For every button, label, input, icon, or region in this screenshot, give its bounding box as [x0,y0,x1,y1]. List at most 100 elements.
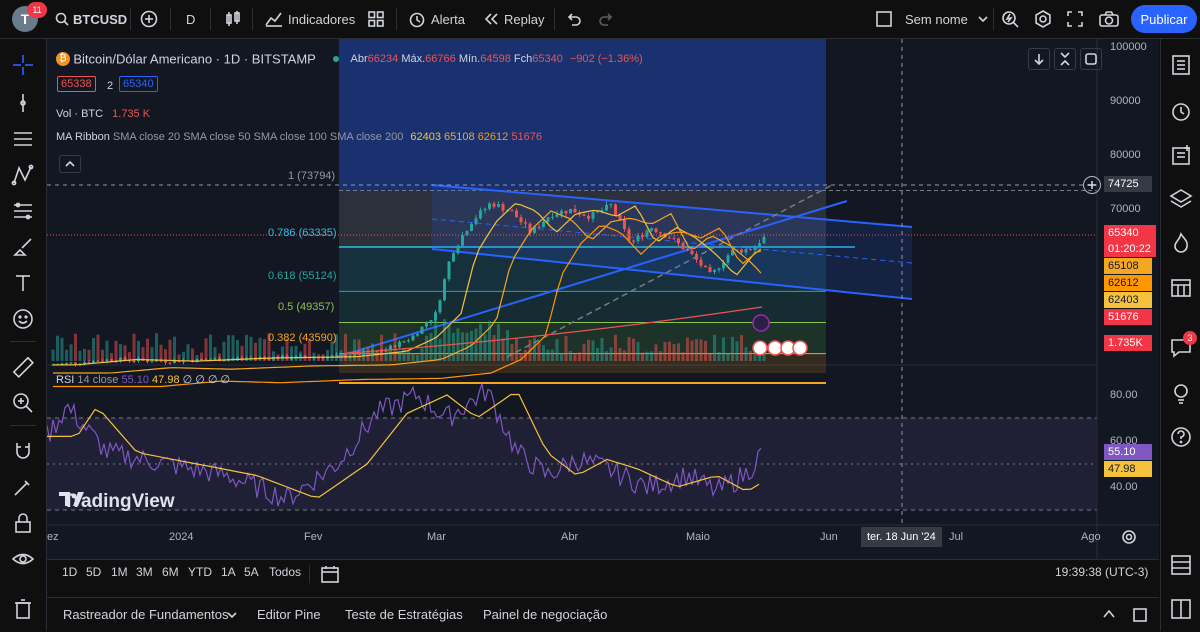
period-1m[interactable]: 1M [111,565,128,579]
sell-price-box[interactable]: 65338 [57,76,96,92]
layout-name-button[interactable]: Sem nome [876,0,988,38]
rsi-params: 14 close [77,374,119,386]
fullscreen-icon [1067,11,1083,27]
collapse-legend-button[interactable] [59,155,81,173]
candle-body [497,204,500,207]
fib-level-0786-label: 0.786 (63335) [268,227,337,239]
fib-tools-icon[interactable] [11,199,35,223]
pattern-icon[interactable] [11,163,35,187]
chart-type-button[interactable] [225,0,241,38]
eye-icon[interactable] [11,547,35,571]
indicators-button[interactable]: Indicadores [265,0,355,38]
volume-bar [609,347,613,361]
rsi-axis-label: 80.00 [1110,389,1138,401]
volume-bar [258,337,262,361]
horizontal-lines-icon[interactable] [11,127,35,151]
settings-button[interactable] [1034,0,1052,38]
calendar-icon[interactable] [320,564,340,584]
tab-strategy-tester[interactable]: Teste de Estratégias [345,607,463,622]
snapshot-button[interactable] [1099,0,1119,38]
volume-bar [362,347,365,361]
volume-bar [60,337,64,361]
chevron-up-icon[interactable] [1102,608,1116,620]
chart-settings-button[interactable] [1121,529,1137,545]
candle-body [389,345,392,350]
collapse-pane-button[interactable] [1054,48,1076,70]
chart-canvas[interactable] [47,39,1159,559]
templates-button[interactable] [368,0,384,38]
calendar-grid-icon[interactable] [1169,275,1193,299]
candle-body [677,238,680,244]
trend-line-icon[interactable] [11,91,35,115]
volume-bar [506,330,509,361]
move-down-button[interactable] [1028,48,1050,70]
zoom-in-icon[interactable] [11,391,35,415]
period-1d[interactable]: 1D [62,565,77,579]
fullscreen-button[interactable] [1067,0,1083,38]
pencil-lock-icon[interactable] [11,475,35,499]
chart-pane[interactable]: ₿ Bitcoin/Dólar Americano · 1D · BITSTAM… [47,39,1159,559]
undo-button[interactable] [566,0,582,38]
layers-icon[interactable] [1169,187,1193,211]
separator [130,8,131,30]
candle-body [699,259,703,266]
separator [170,8,171,30]
candle-body [402,341,406,343]
chevron-down-icon[interactable] [227,611,237,619]
period-5a[interactable]: 5A [244,565,259,579]
clock[interactable]: 19:39:38 (UTC-3) [1055,565,1148,579]
redo-button[interactable] [598,0,614,38]
last-price-tag: 65340 [1104,225,1156,241]
candle-body [501,204,505,211]
period-6m[interactable]: 6M [162,565,179,579]
text-icon[interactable] [11,271,35,295]
lock-icon[interactable] [11,511,35,535]
tab-pine-editor[interactable]: Editor Pine [257,607,321,622]
compare-button[interactable] [140,0,158,38]
data-window-icon[interactable] [1169,553,1193,577]
emoji-icon[interactable] [11,307,35,331]
flame-icon[interactable] [1169,231,1193,255]
ideas-bulb-icon[interactable] [1169,381,1193,405]
volume-bar [393,333,397,361]
candle-body [618,214,622,220]
tab-trading-panel[interactable]: Painel de negociação [483,607,607,622]
publish-button[interactable]: Publicar [1131,5,1197,33]
help-icon[interactable] [1169,425,1193,449]
trash-icon[interactable] [11,597,35,621]
ma-20-price-tag: 62403 [1104,292,1152,308]
alert-button[interactable]: Alerta [408,0,465,38]
watchlist-icon[interactable] [1169,53,1193,77]
period-3m[interactable]: 3M [136,565,153,579]
brush-icon[interactable] [11,235,35,259]
period-5d[interactable]: 5D [86,565,101,579]
magnet-icon[interactable] [11,439,35,463]
volume-bar [330,341,334,361]
maximize-icon [1085,53,1097,65]
volume-bar [546,349,550,361]
volume-bar [78,350,82,361]
candle-body [483,208,487,211]
ruler-icon[interactable] [11,355,35,379]
period-ytd[interactable]: YTD [188,565,212,579]
symbol-search-button[interactable]: BTCUSD [55,0,127,38]
period-all[interactable]: Todos [269,565,301,579]
maximize-pane-button[interactable] [1080,48,1102,70]
layout-icon[interactable] [1169,597,1193,621]
volume-bar [380,334,383,361]
tab-fundamentals-screener[interactable]: Rastreador de Fundamentos [63,607,228,622]
maximize-icon[interactable] [1132,607,1148,623]
period-1a[interactable]: 1A [221,565,236,579]
interval-button[interactable]: D [186,0,195,38]
buy-price-box[interactable]: 65340 [119,76,158,92]
volume-bar [110,353,113,361]
add-alert-button[interactable] [1083,176,1101,194]
symbol-title[interactable]: Bitcoin/Dólar Americano · 1D · BITSTAMP [73,51,316,66]
alerts-clock-icon[interactable] [1169,99,1193,123]
replay-button[interactable]: Replay [483,0,544,38]
object-tree-icon[interactable] [1169,143,1193,167]
time-crosshair-tag: ter. 18 Jun '24 [861,527,942,547]
crosshair-icon[interactable] [11,53,35,77]
quick-search-button[interactable] [1001,0,1019,38]
candle-body [537,226,541,228]
